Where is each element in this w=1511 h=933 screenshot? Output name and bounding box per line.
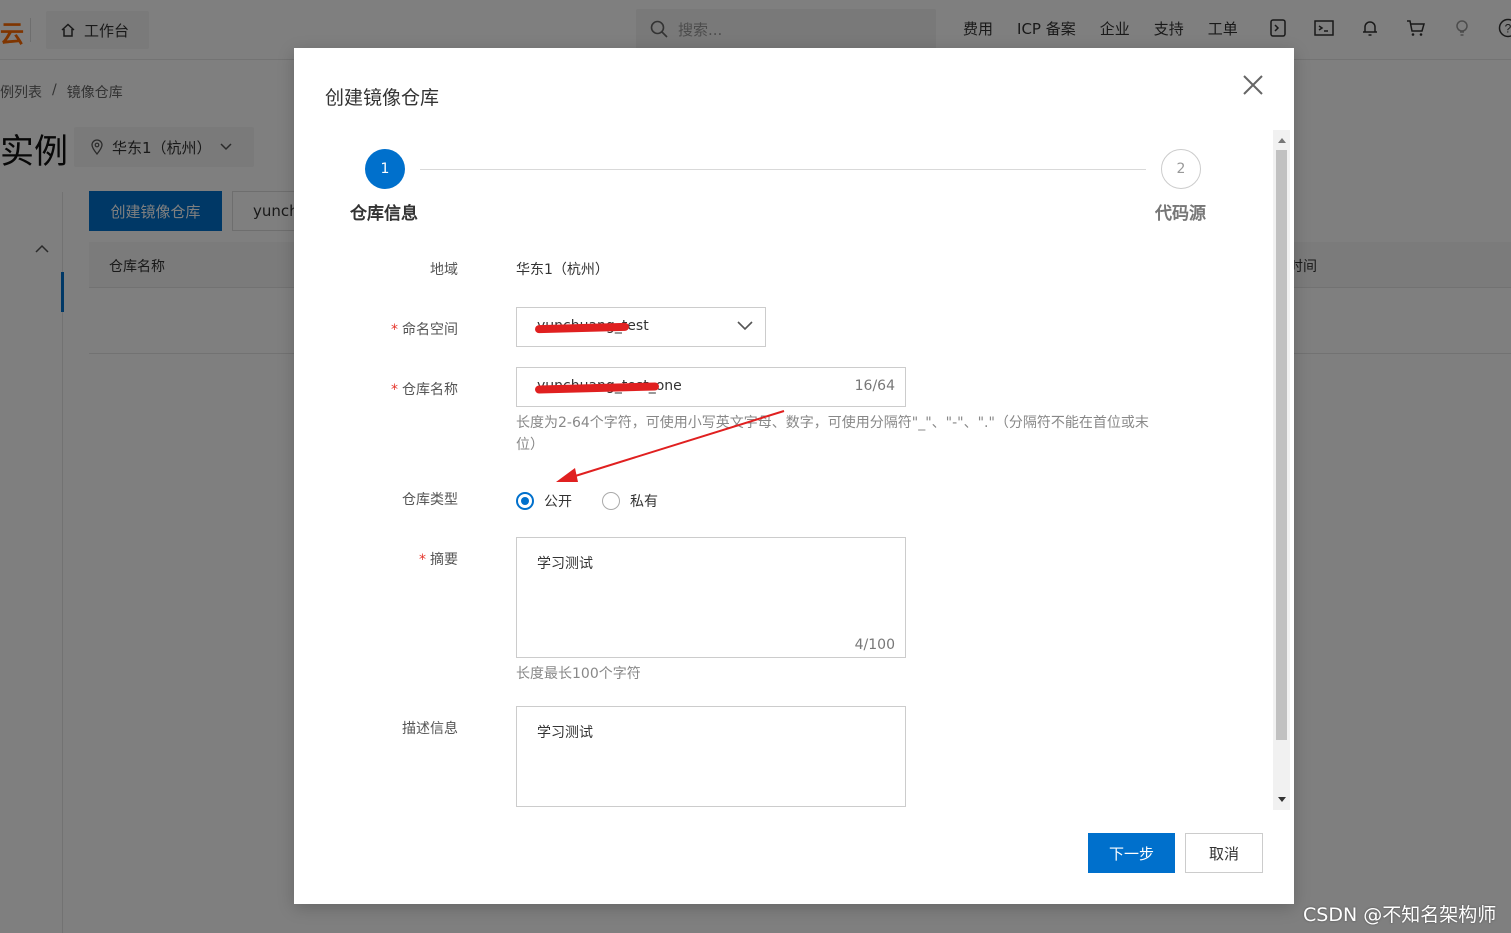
scroll-down-arrow[interactable]	[1273, 792, 1290, 808]
repo-name-input[interactable]: yunchuang_test_one 16/64	[516, 367, 906, 407]
scrollbar-thumb[interactable]	[1276, 150, 1287, 740]
description-textarea[interactable]: 学习测试	[516, 706, 906, 807]
namespace-select[interactable]: yunchuang_test	[516, 307, 766, 347]
radio-private-label[interactable]: 私有	[630, 491, 658, 511]
chevron-down-icon	[737, 321, 753, 331]
radio-private[interactable]	[602, 492, 620, 510]
summary-hint: 长度最长100个字符	[516, 666, 641, 682]
description-value: 学习测试	[537, 725, 593, 741]
next-step-button[interactable]: 下一步	[1088, 833, 1175, 873]
close-icon[interactable]	[1240, 72, 1266, 98]
cancel-button[interactable]: 取消	[1185, 833, 1263, 873]
namespace-label: * 命名空间	[391, 322, 458, 338]
repo-name-counter: 16/64	[854, 378, 895, 394]
create-repo-dialog: 创建镜像仓库 1 2 仓库信息 代码源 地域 华东1（杭州） *命名空间 yun…	[294, 48, 1294, 904]
radio-public[interactable]	[516, 492, 534, 510]
radio-public-label[interactable]: 公开	[544, 491, 572, 511]
dialog-title: 创建镜像仓库	[325, 87, 440, 109]
step-2-label: 代码源	[1155, 204, 1206, 224]
step-1-label: 仓库信息	[350, 204, 418, 224]
step-1-indicator: 1	[365, 149, 405, 189]
step-connector	[420, 169, 1146, 170]
region-value: 华东1（杭州）	[516, 262, 609, 278]
scroll-up-arrow[interactable]	[1273, 132, 1290, 148]
step-2-indicator: 2	[1161, 149, 1201, 189]
repo-type-label: 仓库类型	[402, 492, 458, 508]
region-label: 地域	[430, 262, 458, 278]
description-label: 描述信息	[402, 721, 458, 737]
summary-textarea[interactable]: 学习测试 4/100	[516, 537, 906, 658]
repo-type-radio-group: 公开 私有	[516, 491, 688, 511]
summary-value: 学习测试	[537, 556, 593, 572]
repo-name-hint: 长度为2-64个字符，可使用小写英文字母、数字，可使用分隔符"_"、"-"、".…	[516, 415, 1149, 453]
summary-counter: 4/100	[854, 637, 895, 653]
summary-label: * 摘要	[419, 552, 458, 568]
scrollbar[interactable]	[1273, 130, 1290, 810]
repo-name-label: * 仓库名称	[391, 382, 458, 398]
watermark: CSDN @不知名架构师	[1303, 904, 1497, 926]
